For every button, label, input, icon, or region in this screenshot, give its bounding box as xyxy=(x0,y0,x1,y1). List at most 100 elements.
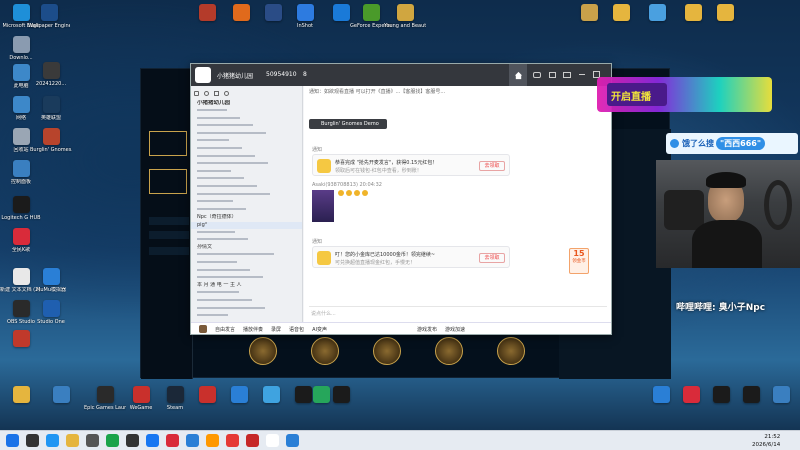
room-item[interactable] xyxy=(191,275,302,283)
taskbar-app-icon[interactable] xyxy=(206,434,219,447)
champion-portrait[interactable] xyxy=(435,337,463,365)
taskbar-app-icon[interactable] xyxy=(106,434,119,447)
toolbar-record[interactable]: 录屏 xyxy=(271,326,281,333)
shared-image[interactable] xyxy=(312,190,334,222)
toolbar-voice-pack[interactable]: 语音包 xyxy=(289,326,304,333)
room-item[interactable] xyxy=(191,146,302,154)
room-item[interactable] xyxy=(191,168,302,176)
toolbar-accompaniment[interactable]: 播放伴奏 xyxy=(243,326,263,333)
grid-icon[interactable] xyxy=(549,72,556,78)
emoji-reactions[interactable] xyxy=(338,190,378,198)
room-item[interactable] xyxy=(191,290,302,298)
channel-header[interactable]: 小猪猪幼儿园 xyxy=(191,100,302,108)
desktop-icon[interactable]: 全民K歌 xyxy=(0,228,42,253)
desktop-icon[interactable] xyxy=(760,386,800,405)
room-item[interactable] xyxy=(191,138,302,146)
desktop-icon[interactable] xyxy=(704,4,746,23)
minimize-icon[interactable] xyxy=(579,74,585,75)
game-client-option[interactable] xyxy=(149,247,189,255)
room-item[interactable] xyxy=(191,123,302,131)
room-item[interactable] xyxy=(191,206,302,214)
toolbar-free-speech[interactable]: 自由发言 xyxy=(215,326,235,333)
room-item[interactable]: Npc（奇拉德体） xyxy=(191,214,302,222)
room-item[interactable] xyxy=(191,297,302,305)
claim-button[interactable]: 去领取 xyxy=(479,161,505,171)
gamepad-icon[interactable] xyxy=(533,72,541,78)
search-icon[interactable] xyxy=(224,90,229,96)
desktop-icon[interactable]: Burglin' Gnomes... xyxy=(30,128,72,153)
taskbar-clock[interactable]: 21:52 2026/6/14 xyxy=(752,433,780,449)
desktop-icon[interactable]: MuMu模拟器 xyxy=(30,268,72,293)
room-item[interactable] xyxy=(191,313,302,321)
taskbar-app-icon[interactable] xyxy=(126,434,139,447)
desktop-icon[interactable]: 20241220... xyxy=(30,62,72,87)
taskbar-app-icon[interactable] xyxy=(246,434,259,447)
room-item[interactable] xyxy=(191,267,302,275)
toolbar-game-boost[interactable]: 游戏加速 xyxy=(445,326,465,333)
game-client-option[interactable] xyxy=(149,217,189,225)
message-input[interactable]: 说点什么... xyxy=(309,306,607,318)
room-item[interactable] xyxy=(191,108,302,116)
game-client-option[interactable] xyxy=(149,231,189,239)
room-item[interactable] xyxy=(191,259,302,267)
room-item[interactable]: 本 月 通 电 一 主 人 xyxy=(191,282,302,290)
taskbar-app-icon[interactable] xyxy=(46,434,59,447)
home-button[interactable] xyxy=(509,64,527,86)
desktop-icon[interactable]: Young and Beautiful xyxy=(384,4,426,29)
screen-icon[interactable] xyxy=(563,72,571,78)
desktop-icon[interactable]: Logitech G HUB xyxy=(0,196,42,221)
desktop-icon[interactable]: Studio One xyxy=(30,300,72,325)
user-avatar[interactable] xyxy=(199,325,207,333)
room-item[interactable] xyxy=(191,229,302,237)
room-item[interactable] xyxy=(191,153,302,161)
taskbar-app-icon[interactable] xyxy=(6,434,19,447)
taskbar-app-icon[interactable] xyxy=(186,434,199,447)
app-icon xyxy=(12,330,30,347)
room-item[interactable] xyxy=(191,237,302,245)
room-item[interactable] xyxy=(191,115,302,123)
desktop-icon[interactable]: 英雄联盟 xyxy=(30,96,72,121)
taskbar-app-icon[interactable] xyxy=(166,434,179,447)
taskbar-app-icon[interactable] xyxy=(146,434,159,447)
reward-badge[interactable]: 15 领金币 xyxy=(569,248,589,274)
taskbar-app-icon[interactable] xyxy=(286,434,299,447)
room-item[interactable] xyxy=(191,305,302,313)
game-tag[interactable]: Burglin' Gnomes Demo xyxy=(309,119,387,129)
desktop-icon[interactable]: Downlo... xyxy=(0,36,42,61)
room-item[interactable] xyxy=(191,184,302,192)
champion-portrait[interactable] xyxy=(249,337,277,365)
toolbar-game-publish[interactable]: 游戏发布 xyxy=(417,326,437,333)
champion-portrait[interactable] xyxy=(497,337,525,365)
toolbar-ai-voice[interactable]: AI变声 xyxy=(312,326,327,333)
settings-icon[interactable] xyxy=(214,90,219,96)
desktop-icon[interactable] xyxy=(320,386,362,405)
room-item[interactable] xyxy=(191,176,302,184)
room-item[interactable] xyxy=(191,161,302,169)
room-item[interactable] xyxy=(191,130,302,138)
taskbar-app-icon[interactable] xyxy=(226,434,239,447)
champion-portrait[interactable] xyxy=(373,337,401,365)
taskbar-app-icon[interactable] xyxy=(66,434,79,447)
room-item[interactable] xyxy=(191,191,302,199)
champion-portrait[interactable] xyxy=(311,337,339,365)
desktop-icon[interactable]: 控制面板 xyxy=(0,160,42,185)
clock-time: 21:52 xyxy=(764,434,781,440)
desktop-icon[interactable] xyxy=(0,386,42,405)
desktop-icon[interactable] xyxy=(40,386,82,405)
menu-icon[interactable] xyxy=(194,90,199,96)
voice-chat-window[interactable]: 小猪猪幼儿园 50954910 8 小猪猪幼儿园 Npc（奇拉德体） pig° 孙倩… xyxy=(190,63,612,335)
taskbar-app-icon[interactable] xyxy=(26,434,39,447)
room-item[interactable] xyxy=(191,199,302,207)
room-item[interactable]: 孙倩文 xyxy=(191,244,302,252)
taskbar-app-icon[interactable] xyxy=(266,434,279,447)
user-icon[interactable] xyxy=(204,90,209,96)
claim-button[interactable]: 去领取 xyxy=(479,253,505,263)
game-client-stat-box xyxy=(149,131,187,156)
desktop-icon[interactable]: Wallpaper Engine xyxy=(28,4,70,29)
room-avatar[interactable] xyxy=(195,67,211,83)
room-item[interactable]: pig° xyxy=(191,221,302,230)
app-icon xyxy=(12,96,30,113)
desktop-icon[interactable] xyxy=(0,330,42,349)
room-item[interactable] xyxy=(191,252,302,260)
taskbar-app-icon[interactable] xyxy=(86,434,99,447)
